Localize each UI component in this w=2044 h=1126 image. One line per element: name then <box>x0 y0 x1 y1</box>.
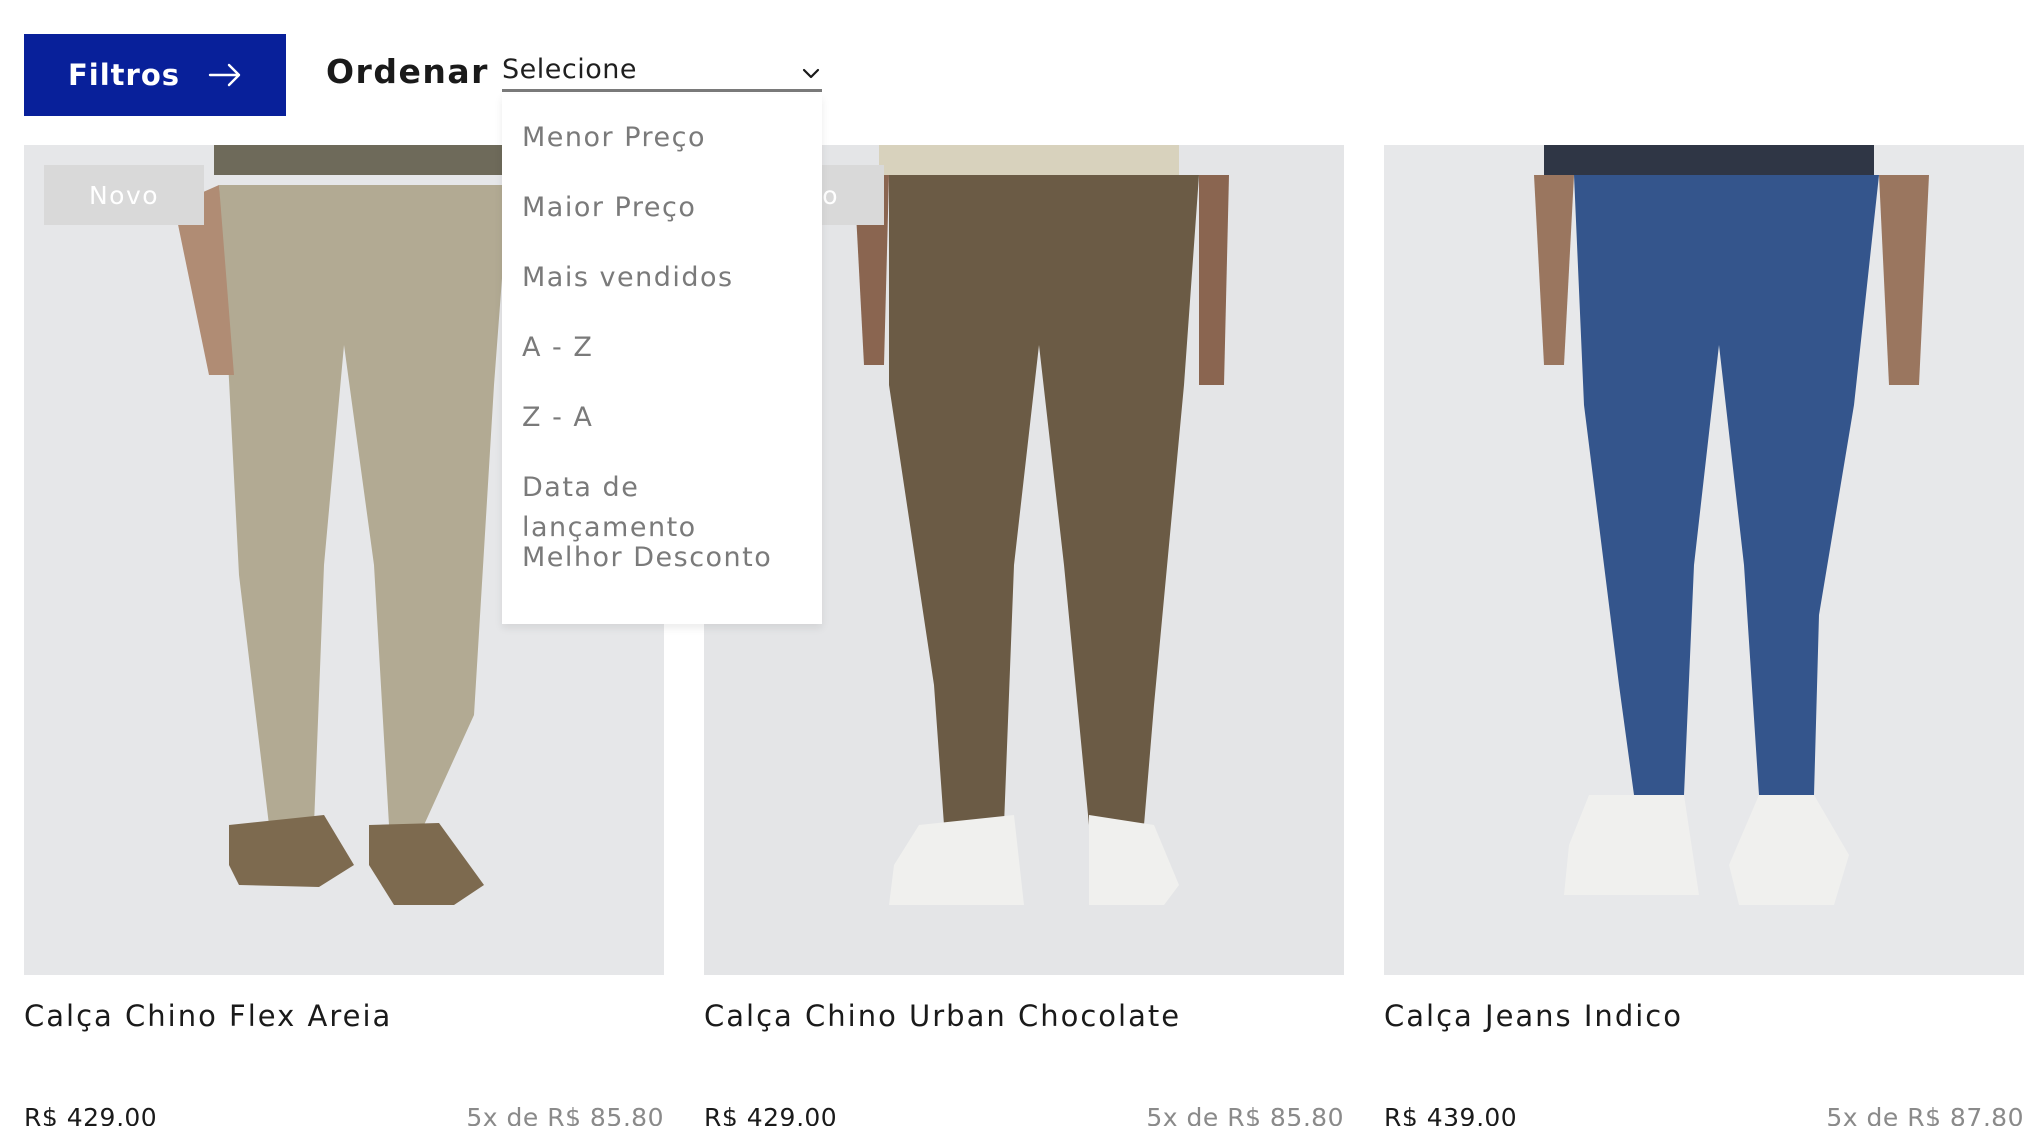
sort-option-z-a[interactable]: Z - A <box>502 398 822 468</box>
sort-option-best-sellers[interactable]: Mais vendidos <box>502 258 822 328</box>
product-name[interactable]: Calça Chino Urban Chocolate <box>704 999 1344 1033</box>
product-price: R$ 429,00 <box>24 1103 158 1126</box>
product-card[interactable]: Calça Jeans Indico R$ 439,00 5x de R$ 87… <box>1384 145 2024 1126</box>
sort-option-best-discount[interactable]: Melhor Desconto <box>502 538 822 608</box>
sort-option-a-z[interactable]: A - Z <box>502 328 822 398</box>
product-price: R$ 429,00 <box>704 1103 838 1126</box>
chevron-down-icon <box>802 68 820 79</box>
pants-illustration <box>1384 145 2024 975</box>
sort-dropdown-menu: Menor Preço Maior Preço Mais vendidos A … <box>502 94 822 624</box>
product-name[interactable]: Calça Jeans Indico <box>1384 999 2024 1033</box>
sort-option-lowest-price[interactable]: Menor Preço <box>502 118 822 188</box>
product-image[interactable] <box>1384 145 2024 975</box>
filters-button[interactable]: Filtros <box>24 34 286 116</box>
product-listing-page: Filtros Ordenar Selecione Novo Calça Chi… <box>0 0 2044 1126</box>
sort-selected-value: Selecione <box>502 54 637 85</box>
sort-select[interactable]: Selecione <box>502 54 822 92</box>
sort-label: Ordenar <box>326 52 489 91</box>
sort-option-release-date[interactable]: Data de lançamento <box>502 468 822 543</box>
filters-button-label: Filtros <box>67 58 181 92</box>
new-badge: Novo <box>44 165 204 225</box>
arrow-right-icon <box>208 63 241 87</box>
product-name[interactable]: Calça Chino Flex Areia <box>24 999 664 1033</box>
product-price: R$ 439,00 <box>1384 1103 1518 1126</box>
product-installments: 5x de R$ 85,80 <box>1146 1103 1344 1126</box>
product-installments: 5x de R$ 85,80 <box>466 1103 664 1126</box>
sort-option-highest-price[interactable]: Maior Preço <box>502 188 822 258</box>
product-installments: 5x de R$ 87,80 <box>1826 1103 2024 1126</box>
